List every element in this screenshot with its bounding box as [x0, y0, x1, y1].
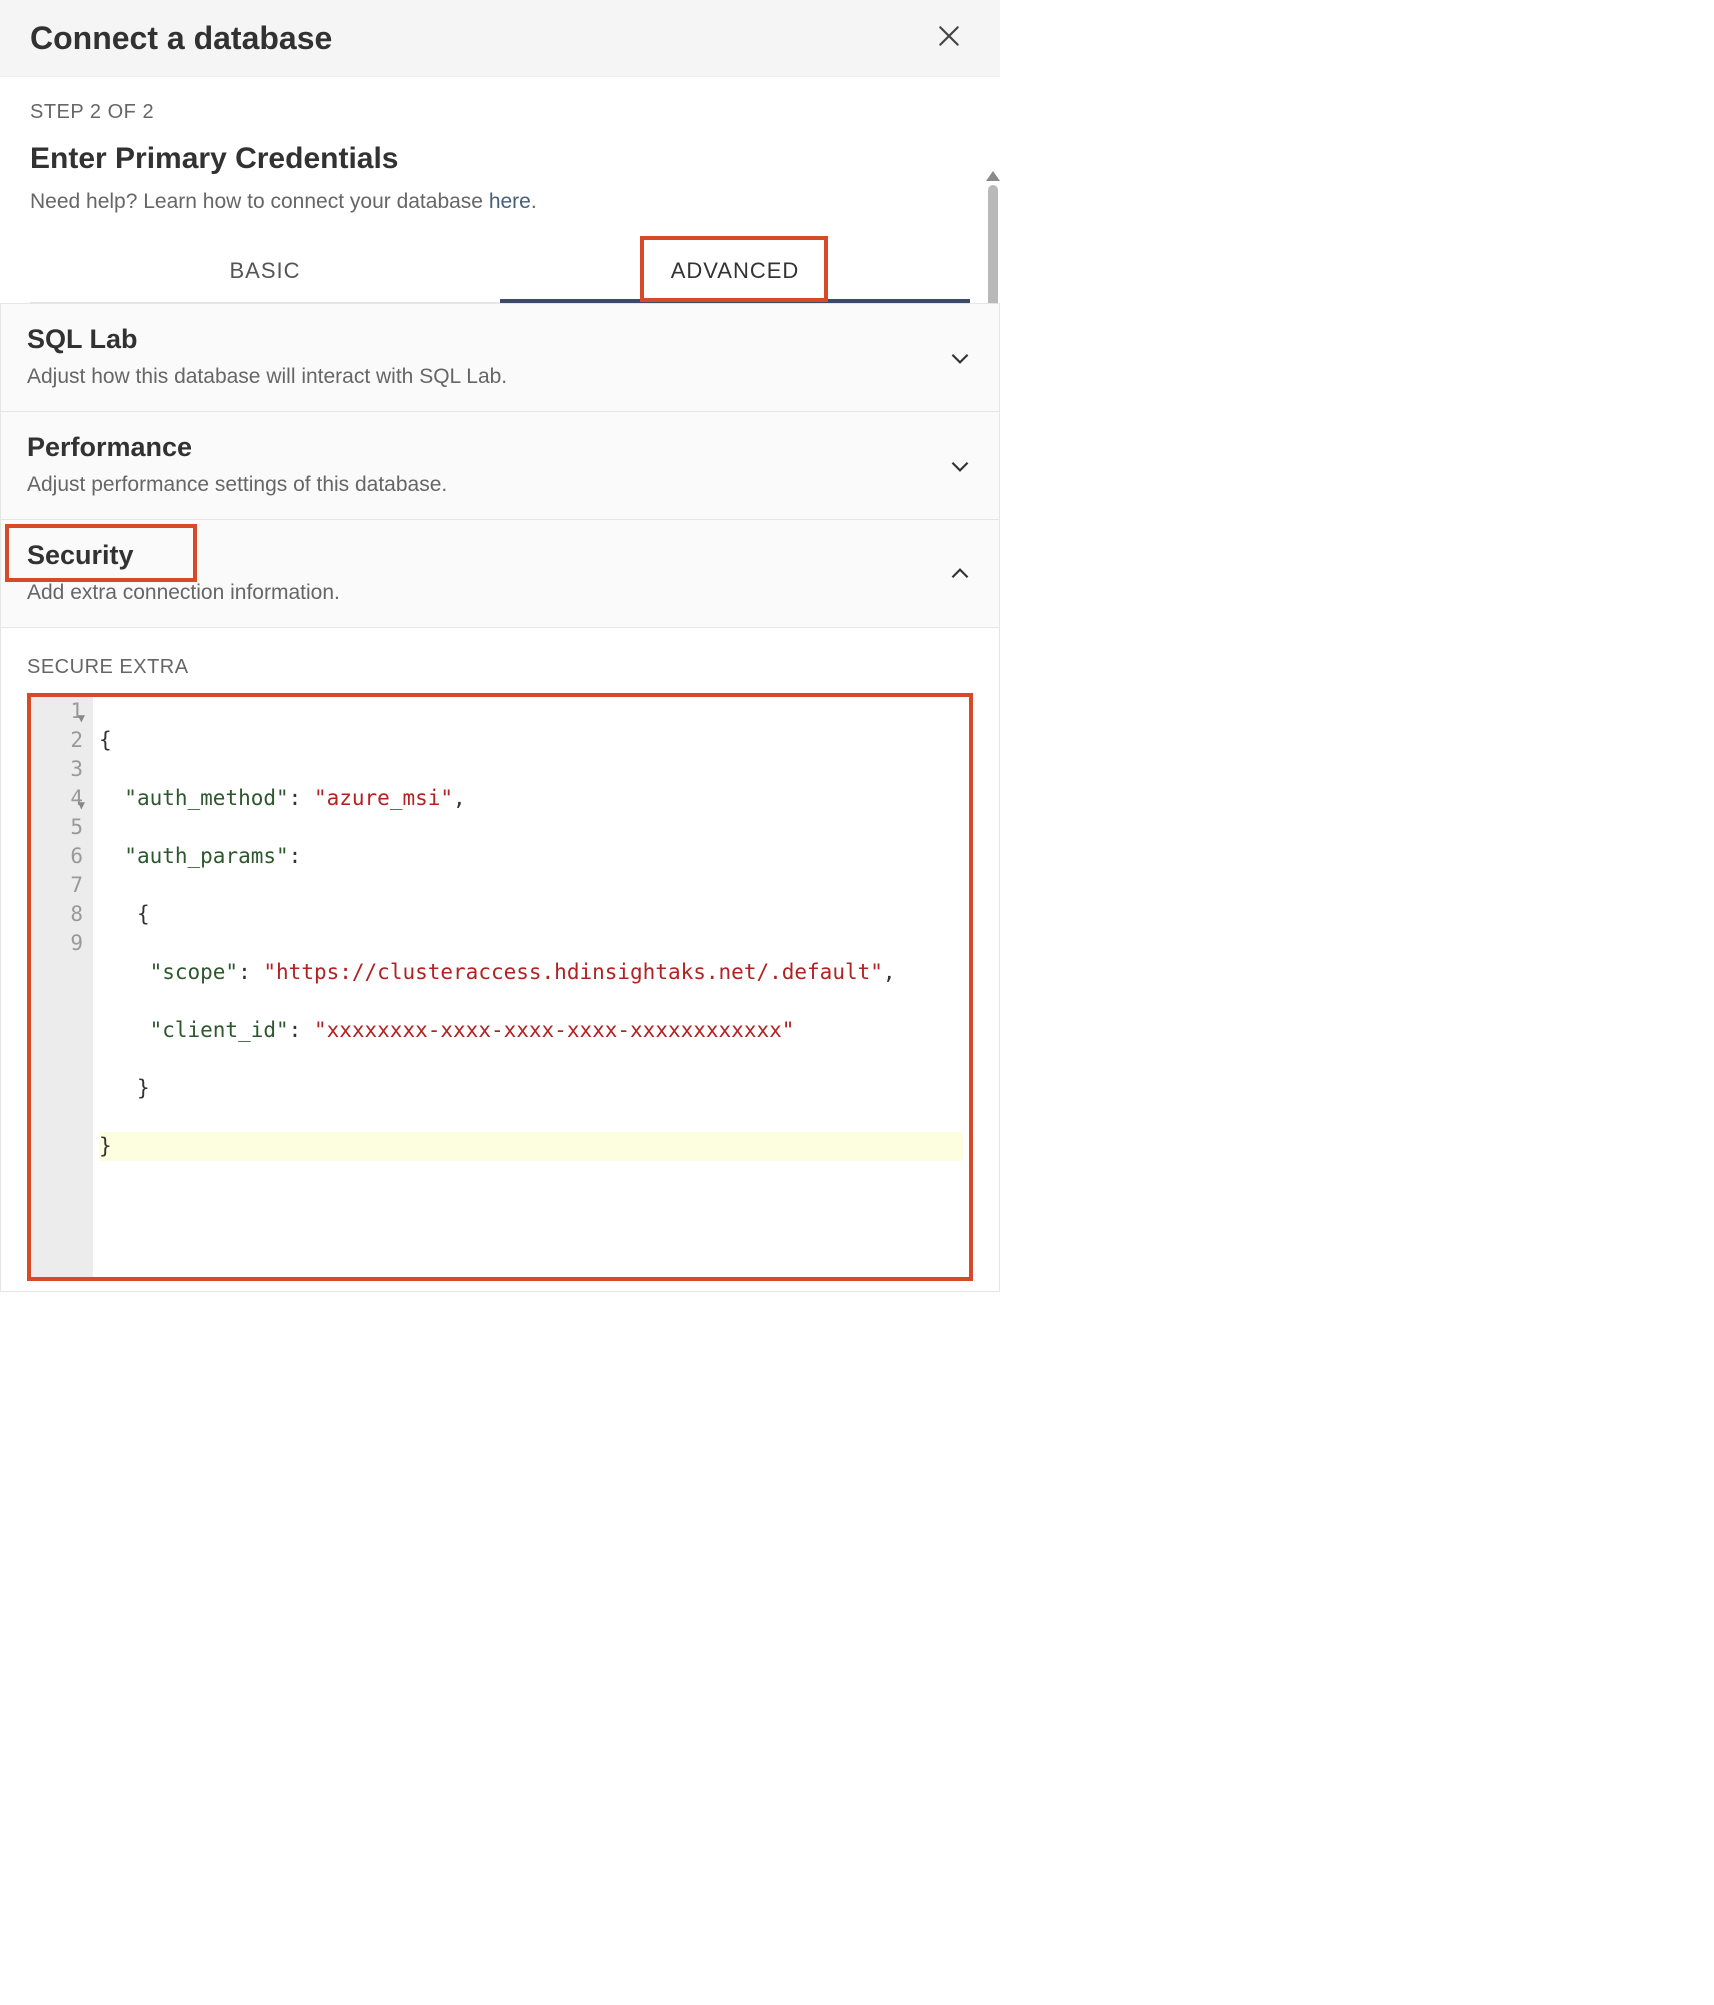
secure-extra-label: SECURE EXTRA	[27, 656, 973, 679]
json-key: "auth_method"	[124, 786, 288, 810]
modal-body: STEP 2 OF 2 Enter Primary Credentials Ne…	[0, 77, 1000, 1292]
section-desc: Adjust how this database will interact w…	[27, 365, 973, 389]
connect-database-modal: Connect a database STEP 2 OF 2 Enter Pri…	[0, 0, 1000, 1292]
section-title: Performance	[27, 432, 192, 463]
tabs: BASIC ADVANCED	[30, 242, 970, 303]
accordion-sections: SQL Lab Adjust how this database will in…	[0, 303, 1000, 1292]
section-performance[interactable]: Performance Adjust performance settings …	[0, 412, 1000, 520]
close-icon	[936, 20, 962, 56]
section-security-content: SECURE EXTRA 1▼ 2 3 4▼ 5 6 7 8 9	[0, 628, 1000, 1292]
help-text: Need help? Learn how to connect your dat…	[30, 190, 970, 214]
chevron-down-icon	[947, 345, 973, 371]
line-number: 8	[70, 902, 83, 926]
help-link[interactable]: here	[489, 190, 531, 213]
modal-header: Connect a database	[0, 0, 1000, 77]
close-button[interactable]	[928, 18, 970, 58]
line-number: 3	[70, 757, 83, 781]
line-number: 2	[70, 728, 83, 752]
code-content[interactable]: { "auth_method": "azure_msi", "auth_para…	[93, 697, 969, 1277]
modal-title: Connect a database	[30, 20, 332, 57]
section-desc: Adjust performance settings of this data…	[27, 473, 973, 497]
tabs-wrapper: BASIC ADVANCED	[30, 242, 970, 303]
step-indicator: STEP 2 OF 2	[30, 101, 970, 124]
scroll-area: STEP 2 OF 2 Enter Primary Credentials Ne…	[0, 77, 1000, 1292]
json-key: "auth_params"	[124, 844, 288, 868]
help-text-suffix: .	[531, 190, 537, 213]
chevron-down-icon	[947, 453, 973, 479]
line-number: 6	[70, 844, 83, 868]
help-text-prefix: Need help? Learn how to connect your dat…	[30, 190, 489, 213]
line-number: 7	[70, 873, 83, 897]
secure-extra-editor[interactable]: 1▼ 2 3 4▼ 5 6 7 8 9 { "auth_method": "az…	[27, 693, 973, 1281]
json-string: "https://clusteraccess.hdinsightaks.net/…	[263, 960, 883, 984]
tab-basic[interactable]: BASIC	[30, 242, 500, 302]
code-gutter: 1▼ 2 3 4▼ 5 6 7 8 9	[31, 697, 93, 1277]
step-title: Enter Primary Credentials	[30, 142, 970, 176]
json-key: "scope"	[150, 960, 239, 984]
json-string: "xxxxxxxx-xxxx-xxxx-xxxx-xxxxxxxxxxxx"	[314, 1018, 794, 1042]
section-sql-lab[interactable]: SQL Lab Adjust how this database will in…	[0, 303, 1000, 412]
chevron-up-icon	[947, 561, 973, 587]
line-number: 9	[70, 931, 83, 955]
section-desc: Add extra connection information.	[27, 581, 973, 605]
section-title: SQL Lab	[27, 324, 138, 355]
json-string: "azure_msi"	[314, 786, 453, 810]
tab-advanced[interactable]: ADVANCED	[500, 242, 970, 302]
section-title: Security	[27, 540, 134, 571]
line-number: 5	[70, 815, 83, 839]
section-security[interactable]: Security Add extra connection informatio…	[0, 520, 1000, 628]
json-key: "client_id"	[150, 1018, 289, 1042]
